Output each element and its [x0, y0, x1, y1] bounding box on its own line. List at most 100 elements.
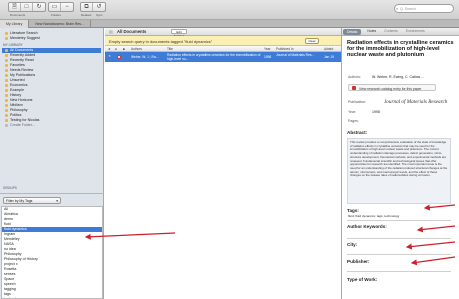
document-title[interactable]: Radiation effects in crystalline ceramic…: [347, 40, 457, 59]
pdf-column-icon[interactable]: ■: [123, 47, 125, 51]
related-button-group: ⧉ ↺: [80, 2, 106, 12]
divider: [347, 220, 451, 221]
filter-dropdown[interactable]: Filter by My Tags ▾: [3, 197, 61, 204]
search-banner: Empty search query in documents tagged "…: [105, 36, 341, 46]
row-title: Radiation effects in crystalline ceramic…: [167, 53, 261, 61]
sidebar-item-create-folder[interactable]: Create Folder...: [5, 123, 35, 128]
tab-bar: My Library New Nanobiosens: Brain Res...: [0, 20, 459, 28]
details-pane: Details Notes Contents Enrichments Radia…: [341, 28, 459, 299]
publication-label: Publication:: [348, 100, 367, 104]
pdf-icon: [117, 55, 121, 59]
folder-icon: [5, 79, 8, 82]
remove-folder-icon[interactable]: −: [61, 3, 73, 11]
publication-value[interactable]: Journal of Materials Research: [384, 99, 447, 105]
abstract-field[interactable]: This review provides a comprehensive eva…: [347, 138, 451, 204]
clear-button[interactable]: Clear: [305, 38, 319, 44]
sync-label: Sync: [96, 13, 103, 17]
toolbar: 🗎 □ ↻ ▭ − ⧉ ↺ Documents Folders Related …: [0, 0, 459, 20]
divider: [347, 254, 451, 255]
tag-list: All Almatica demo fluid fluid dynamics I…: [1, 206, 103, 299]
publications-icon: [5, 74, 8, 77]
year-value[interactable]: 1998: [372, 110, 380, 114]
city-header: City:: [347, 242, 358, 247]
folder-icon: [5, 94, 8, 97]
favorite-star-icon[interactable]: ★: [108, 54, 111, 58]
view-catalog-link[interactable]: View research catalog entry for this pap…: [348, 84, 436, 91]
authors-value[interactable]: W. Weber, R. Ewing, C. Catlow ...: [372, 75, 424, 79]
sidebar-item-mendeley-suggest[interactable]: Mendeley Suggest: [5, 36, 40, 41]
column-added[interactable]: Added: [324, 47, 333, 51]
tab-details[interactable]: Details: [343, 29, 362, 35]
sidebar: Literature Search Mendeley Suggest MY LI…: [0, 28, 104, 299]
edit-settings-button[interactable]: Edit Settings: [171, 29, 187, 38]
tab-my-library[interactable]: My Library: [0, 20, 30, 28]
folder-icon: [5, 99, 8, 102]
clock-icon: [5, 59, 8, 62]
column-title[interactable]: Title: [167, 47, 173, 51]
documents-button-group: 🗎 □ ↻: [8, 2, 46, 12]
abstract-header: Abstract:: [347, 130, 368, 135]
tags-value[interactable]: fluid; fluid dynamics; tags; technology: [348, 214, 399, 218]
type-of-work-header: Type of Work:: [347, 277, 378, 282]
row-authors: Weber, W. J.; Ew...: [131, 55, 159, 59]
groups-header: GROUPS: [3, 186, 17, 190]
folder-icon: [5, 109, 8, 112]
document-list-header: ▤ All Documents Edit Settings: [105, 28, 341, 38]
favorite-column-icon[interactable]: ★: [108, 47, 111, 51]
documents-folder-icon: ▤: [109, 29, 113, 34]
folder-icon[interactable]: ▭: [49, 3, 61, 11]
folders-button-group: ▭ −: [48, 2, 74, 12]
add-folder-icon: [5, 124, 8, 127]
search-input[interactable]: ⌕ Q- Search: [394, 4, 454, 13]
details-tab-bar: Details Notes Contents Enrichments: [342, 28, 459, 36]
read-column-icon[interactable]: ●: [115, 47, 117, 51]
abstract-text: This review provides a comprehensive eva…: [350, 140, 448, 178]
tab-enrichments[interactable]: Enrichments: [402, 28, 429, 35]
divider: [347, 271, 451, 272]
search-placeholder: Q- Search: [400, 7, 416, 11]
document-list-pane: ▤ All Documents Edit Settings Empty sear…: [105, 28, 341, 299]
folders-label: Folders: [51, 13, 62, 17]
tags-header: Tags:: [347, 208, 359, 213]
page-title: All Documents: [117, 29, 147, 34]
column-authors[interactable]: Authors: [131, 47, 142, 51]
folder-icon: [5, 114, 8, 117]
related-label: Related: [81, 13, 92, 17]
search-icon: ⌕: [396, 6, 399, 11]
folder-icon: [5, 89, 8, 92]
column-published-in[interactable]: Published In: [276, 47, 294, 51]
review-icon: [5, 69, 8, 72]
literature-search-icon: [5, 32, 8, 35]
add-document-icon[interactable]: 🗎: [9, 3, 21, 11]
sync-cloud-icon[interactable]: ↺: [93, 3, 105, 11]
column-year[interactable]: Year: [264, 47, 270, 51]
banner-text: Empty search query in documents tagged "…: [109, 39, 213, 44]
keywords-header: Author Keywords:: [347, 224, 387, 229]
folder-icon: [5, 119, 8, 122]
year-label: Year:: [348, 110, 357, 114]
related-icon[interactable]: ⧉: [81, 3, 93, 11]
library-header: MY LIBRARY: [3, 43, 23, 47]
sidebar-divider: [0, 193, 104, 194]
clock-icon: [5, 54, 8, 57]
star-icon: [5, 64, 8, 67]
publisher-header: Publisher:: [347, 259, 370, 264]
sync-icon[interactable]: ↻: [33, 3, 45, 11]
suggest-icon: [5, 37, 8, 40]
catalog-icon: [352, 86, 356, 90]
tab-document[interactable]: New Nanobiosens: Brain Res...: [29, 20, 91, 28]
row-year: 1998: [264, 55, 272, 59]
authors-label: Authors:: [348, 75, 362, 79]
tab-notes[interactable]: Notes: [363, 28, 380, 35]
documents-icon: [5, 49, 8, 52]
folder-icon: [5, 104, 8, 107]
table-row[interactable]: ★ Weber, W. J.; Ew... Radiation effects …: [105, 52, 341, 62]
row-published-in: Journal of Materials Res...: [276, 53, 315, 57]
documents-label: Documents: [10, 13, 26, 17]
divider: [347, 238, 451, 239]
tab-contents[interactable]: Contents: [380, 28, 402, 35]
add-folder-icon[interactable]: □: [21, 3, 33, 11]
row-added: Jan 19: [324, 55, 334, 59]
folder-icon: [5, 84, 8, 87]
pages-label: Pages:: [348, 119, 359, 123]
